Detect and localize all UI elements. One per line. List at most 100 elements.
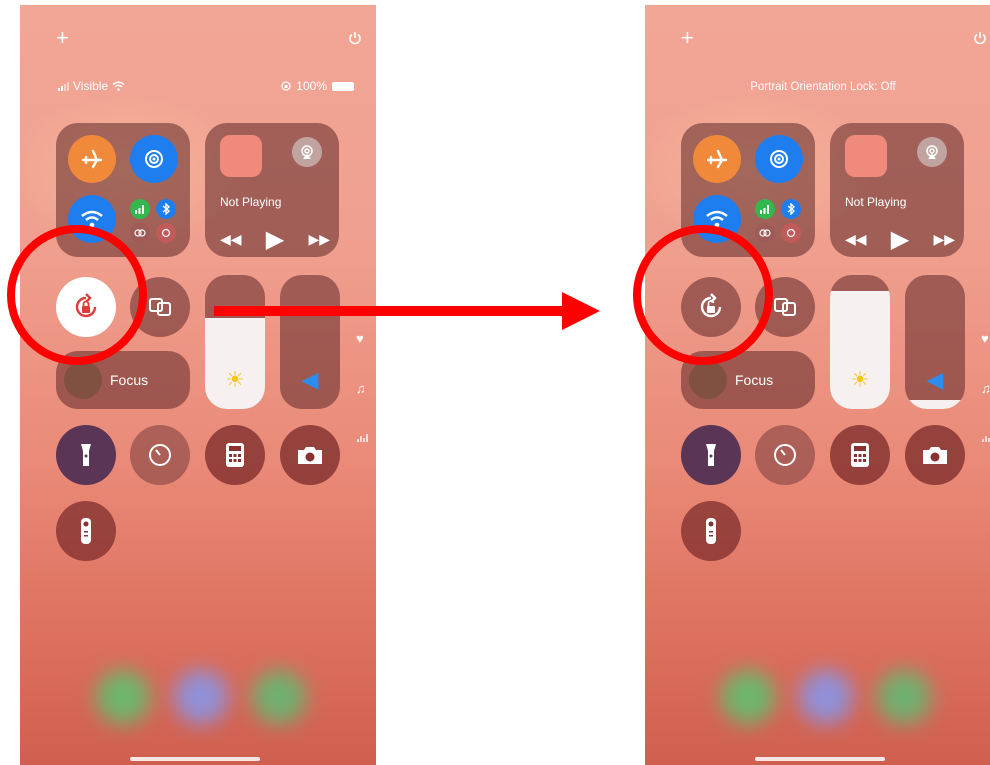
- sun-icon: ☀: [225, 367, 245, 392]
- cellular-icon: [135, 205, 144, 214]
- volume-slider[interactable]: ◀: [280, 275, 340, 409]
- flashlight-icon: [81, 444, 91, 466]
- link-icon: [759, 229, 771, 237]
- remote-icon: [81, 518, 91, 544]
- orientation-lock-status-icon: [281, 81, 291, 91]
- brightness-level: [205, 317, 265, 409]
- forward-button[interactable]: ▶▶: [308, 231, 330, 248]
- airplay-button[interactable]: [292, 137, 322, 167]
- airdrop-toggle[interactable]: [755, 135, 803, 183]
- airplane-icon: [81, 149, 103, 169]
- airplay-button[interactable]: [917, 137, 947, 167]
- dock-app-1: [721, 670, 775, 724]
- signal-bars-icon: [58, 81, 69, 91]
- play-button[interactable]: ▶: [891, 225, 909, 254]
- bluetooth-toggle[interactable]: [156, 199, 176, 219]
- carrier-name: Visible: [73, 79, 109, 93]
- dock-app-2: [174, 670, 228, 724]
- flashlight-button[interactable]: [681, 425, 741, 485]
- camera-button[interactable]: [280, 425, 340, 485]
- brightness-slider[interactable]: ☀: [830, 275, 890, 409]
- add-control-icon[interactable]: +: [681, 27, 694, 49]
- highlight-circle-after: [633, 225, 773, 365]
- control-center-before: + Visible 100% Not Playing ◀◀ ▶ ▶▶ ☀ ◀ F…: [20, 5, 376, 765]
- dock-app-1: [96, 670, 150, 724]
- speaker-icon: ◀: [926, 367, 944, 392]
- vpn-icon: [786, 228, 796, 238]
- airdrop-toggle[interactable]: [130, 135, 178, 183]
- heart-icon: ♥: [356, 331, 364, 346]
- brightness-slider[interactable]: ☀: [205, 275, 265, 409]
- status-bar: Visible 100%: [58, 79, 354, 95]
- screen-mirroring-icon: [774, 298, 796, 316]
- apple-tv-remote-button[interactable]: [56, 501, 116, 561]
- camera-icon: [923, 447, 947, 464]
- battery-icon: [332, 81, 354, 91]
- link-icon: [134, 229, 146, 237]
- transition-arrow-head: [562, 292, 600, 330]
- battery-percent: 100%: [296, 79, 327, 93]
- camera-button[interactable]: [905, 425, 965, 485]
- cellular-toggle[interactable]: [130, 199, 150, 219]
- orientation-lock-status-message: Portrait Orientation Lock: Off: [750, 81, 896, 93]
- signal-icon: [982, 436, 990, 442]
- dock-blurred: [96, 670, 306, 728]
- vpn-icon: [161, 228, 171, 238]
- dock-app-3: [877, 670, 931, 724]
- music-note-icon: ♫: [356, 381, 366, 396]
- timer-button[interactable]: [755, 425, 815, 485]
- dock-blurred: [721, 670, 931, 728]
- airdrop-icon: [770, 150, 788, 168]
- camera-icon: [298, 447, 322, 464]
- flashlight-icon: [706, 444, 716, 466]
- calculator-icon: [226, 443, 244, 467]
- airplane-mode-toggle[interactable]: [693, 135, 741, 183]
- forward-button[interactable]: ▶▶: [933, 231, 955, 248]
- play-button[interactable]: ▶: [266, 225, 284, 254]
- transition-arrow: [214, 306, 564, 316]
- moon-icon: [64, 361, 102, 399]
- flashlight-button[interactable]: [56, 425, 116, 485]
- rewind-button[interactable]: ◀◀: [845, 231, 867, 248]
- vpn-toggle[interactable]: [781, 223, 801, 243]
- calculator-icon: [851, 443, 869, 467]
- album-artwork: [845, 135, 887, 177]
- rewind-button[interactable]: ◀◀: [220, 231, 242, 248]
- airplay-icon: [301, 145, 313, 159]
- wifi-status-icon: [112, 81, 125, 91]
- dock-app-2: [799, 670, 853, 724]
- focus-label: Focus: [735, 372, 774, 388]
- dock-app-3: [252, 670, 306, 724]
- screen-mirroring-icon: [149, 298, 171, 316]
- personal-hotspot-toggle[interactable]: [755, 223, 775, 243]
- calculator-button[interactable]: [830, 425, 890, 485]
- home-indicator[interactable]: [130, 757, 260, 761]
- power-icon[interactable]: [973, 31, 987, 45]
- bluetooth-icon: [162, 203, 171, 215]
- personal-hotspot-toggle[interactable]: [130, 223, 150, 243]
- timer-button[interactable]: [130, 425, 190, 485]
- sun-icon: ☀: [850, 367, 870, 392]
- control-center-after: + Portrait Orientation Lock: Off Not Pla…: [645, 5, 990, 765]
- airplane-mode-toggle[interactable]: [68, 135, 116, 183]
- volume-slider[interactable]: ◀: [905, 275, 965, 409]
- remote-icon: [706, 518, 716, 544]
- power-icon[interactable]: [348, 31, 362, 45]
- focus-label: Focus: [110, 372, 149, 388]
- volume-level: [905, 399, 965, 409]
- timer-icon: [149, 444, 171, 466]
- timer-icon: [774, 444, 796, 466]
- airdrop-icon: [145, 150, 163, 168]
- media-status: Not Playing: [220, 195, 282, 209]
- bluetooth-icon: [787, 203, 796, 215]
- add-control-icon[interactable]: +: [56, 27, 69, 49]
- media-status: Not Playing: [845, 195, 907, 209]
- bluetooth-toggle[interactable]: [781, 199, 801, 219]
- home-indicator[interactable]: [755, 757, 885, 761]
- speaker-icon: ◀: [301, 367, 319, 392]
- airplay-icon: [926, 145, 938, 159]
- cellular-toggle[interactable]: [755, 199, 775, 219]
- apple-tv-remote-button[interactable]: [681, 501, 741, 561]
- vpn-toggle[interactable]: [156, 223, 176, 243]
- calculator-button[interactable]: [205, 425, 265, 485]
